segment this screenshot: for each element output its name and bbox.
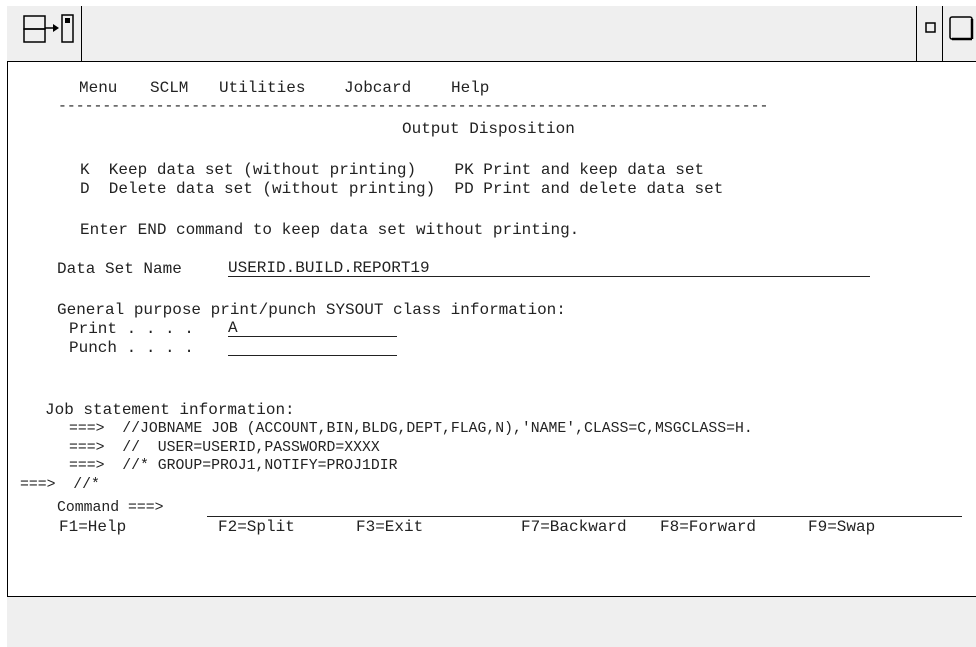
menu-separator: ----------------------------------------… — [58, 99, 769, 115]
job-statement-heading: Job statement information: — [45, 401, 295, 419]
instruction-text: Enter END command to keep data set witho… — [80, 221, 580, 239]
maximize-icon — [949, 16, 974, 41]
sysout-heading: General purpose print/punch SYSOUT class… — [57, 301, 566, 319]
job-statement-line-1[interactable]: ===> //JOBNAME JOB (ACCOUNT,BIN,BLDG,DEP… — [69, 420, 753, 438]
minimize-icon — [925, 22, 936, 33]
option-delete: D Delete data set (without printing) PD … — [80, 180, 724, 198]
fkey-exit[interactable]: F3=Exit — [356, 518, 423, 536]
print-class-field[interactable]: A — [228, 320, 397, 337]
system-menu-icon — [23, 14, 74, 43]
fkey-forward[interactable]: F8=Forward — [660, 518, 756, 536]
command-input[interactable] — [207, 500, 962, 517]
data-set-name-label: Data Set Name — [57, 260, 182, 278]
panel-title: Output Disposition — [402, 120, 575, 138]
fkey-help[interactable]: F1=Help — [59, 518, 126, 536]
system-menu-button[interactable] — [7, 6, 82, 61]
menu-item-help[interactable]: Help — [451, 79, 489, 97]
command-label: Command ===> — [57, 500, 164, 516]
print-label: Print . . . . — [69, 320, 194, 338]
status-bar — [7, 596, 976, 647]
menu-item-sclm[interactable]: SCLM — [150, 79, 188, 97]
data-set-name-field[interactable]: USERID.BUILD.REPORT19 — [228, 260, 870, 277]
maximize-button[interactable] — [943, 6, 976, 61]
title-bar — [7, 6, 976, 62]
job-statement-line-3[interactable]: ===> //* GROUP=PROJ1,NOTIFY=PROJ1DIR — [69, 457, 398, 475]
punch-class-field[interactable] — [228, 339, 397, 356]
fkey-backward[interactable]: F7=Backward — [521, 518, 627, 536]
job-statement-line-4[interactable]: ===> //* — [20, 476, 100, 494]
menu-item-utilities[interactable]: Utilities — [219, 79, 305, 97]
option-keep: K Keep data set (without printing) PK Pr… — [80, 161, 705, 179]
menu-item-jobcard[interactable]: Jobcard — [344, 79, 411, 97]
punch-label: Punch . . . . — [69, 339, 194, 357]
fkey-split[interactable]: F2=Split — [218, 518, 295, 536]
menu-item-menu[interactable]: Menu — [79, 79, 117, 97]
job-statement-line-2[interactable]: ===> // USER=USERID,PASSWORD=XXXX — [69, 439, 380, 457]
fkey-swap[interactable]: F9=Swap — [808, 518, 875, 536]
minimize-button[interactable] — [916, 6, 943, 61]
